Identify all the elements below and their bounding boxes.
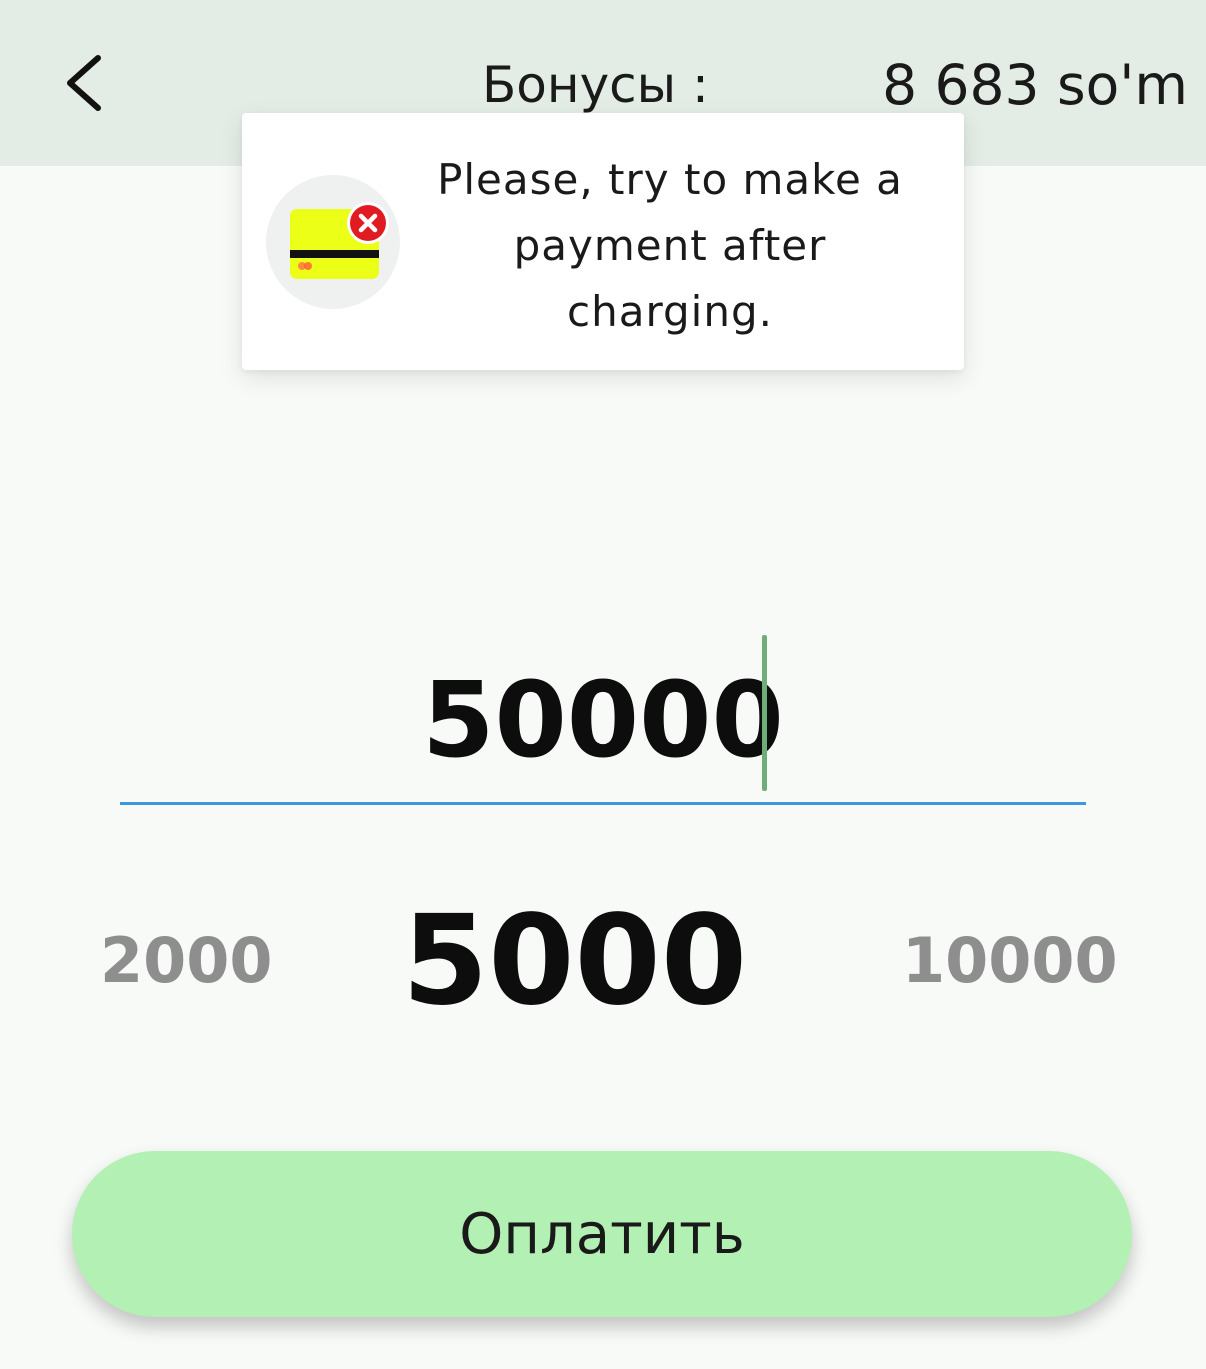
bonus-label: Бонусы : [482, 56, 709, 114]
chevron-left-icon [67, 55, 101, 111]
preset-amount-10000[interactable]: 10000 [902, 925, 1118, 997]
pay-button[interactable]: Оплатить [72, 1151, 1132, 1317]
preset-amount-5000[interactable]: 5000 [402, 895, 747, 1027]
pay-button-label: Оплатить [459, 1201, 745, 1267]
back-button[interactable] [50, 40, 120, 130]
toast-message: Please, try to make a payment after char… [437, 155, 903, 336]
amount-input[interactable]: 50000 [120, 620, 1086, 805]
text-cursor [762, 635, 767, 791]
amount-value: 50000 [422, 659, 784, 781]
error-toast: Please, try to make a payment after char… [242, 113, 964, 370]
preset-amount-2000[interactable]: 2000 [100, 925, 273, 997]
card-error-icon [266, 175, 400, 309]
bonus-value: 8 683 so'm [882, 53, 1188, 117]
